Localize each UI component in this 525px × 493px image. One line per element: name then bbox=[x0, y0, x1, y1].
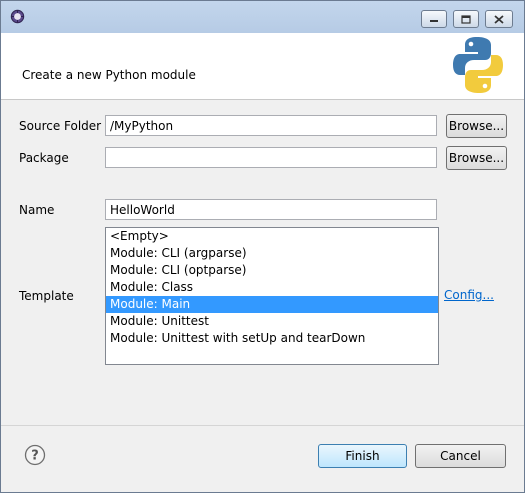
svg-text:?: ? bbox=[31, 449, 39, 464]
name-label: Name bbox=[19, 203, 55, 217]
template-item-unittest-setup-teardown[interactable]: Module: Unittest with setUp and tearDown bbox=[106, 330, 438, 347]
dialog-window: Create a new Python module Source Folder… bbox=[0, 0, 525, 493]
source-folder-browse-button[interactable]: Browse... bbox=[446, 114, 507, 138]
template-item-unittest[interactable]: Module: Unittest bbox=[106, 313, 438, 330]
template-item-empty[interactable]: <Empty> bbox=[106, 228, 438, 245]
maximize-button[interactable] bbox=[453, 10, 479, 28]
close-icon bbox=[494, 14, 504, 24]
maximize-icon bbox=[461, 14, 471, 24]
banner-title: Create a new Python module bbox=[22, 68, 196, 82]
python-logo-icon bbox=[453, 37, 503, 93]
package-label: Package bbox=[19, 151, 69, 165]
source-folder-input[interactable]: /MyPython bbox=[105, 115, 437, 136]
package-input[interactable] bbox=[105, 147, 437, 168]
template-item-main[interactable]: Module: Main bbox=[106, 296, 438, 313]
header-banner: Create a new Python module bbox=[1, 33, 524, 100]
close-button[interactable] bbox=[485, 10, 513, 28]
config-link[interactable]: Config... bbox=[444, 288, 494, 302]
template-label: Template bbox=[19, 289, 74, 303]
package-browse-button[interactable]: Browse... bbox=[446, 146, 507, 170]
name-input[interactable]: HelloWorld bbox=[105, 199, 437, 220]
footer-divider bbox=[1, 425, 524, 426]
template-item-cli-optparse[interactable]: Module: CLI (optparse) bbox=[106, 262, 438, 279]
template-item-class[interactable]: Module: Class bbox=[106, 279, 438, 296]
source-folder-label: Source Folder bbox=[19, 119, 102, 133]
template-item-cli-argparse[interactable]: Module: CLI (argparse) bbox=[106, 245, 438, 262]
template-list[interactable]: <Empty> Module: CLI (argparse) Module: C… bbox=[105, 227, 439, 365]
minimize-icon bbox=[430, 20, 438, 22]
finish-button[interactable]: Finish bbox=[318, 444, 407, 468]
cancel-button[interactable]: Cancel bbox=[415, 444, 506, 468]
help-icon[interactable]: ? bbox=[24, 444, 46, 466]
app-icon bbox=[10, 9, 25, 24]
minimize-button[interactable] bbox=[421, 10, 447, 28]
title-bar[interactable] bbox=[1, 1, 524, 33]
